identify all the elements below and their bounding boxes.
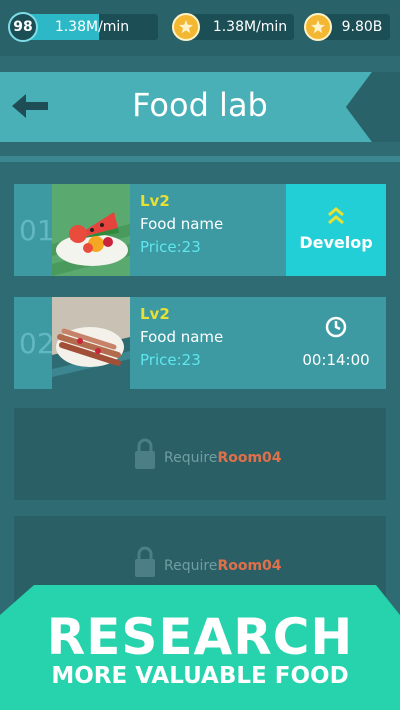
meat-skewers-plate-image: [52, 297, 130, 389]
recipe-price: Price:23: [140, 238, 201, 256]
income-rate-box: 1.38M/min: [190, 14, 294, 40]
clock-icon: [325, 316, 347, 338]
recipe-card: 01 Lv2 Food name Price:23 Develop: [14, 184, 386, 276]
develop-button[interactable]: Develop: [286, 184, 386, 276]
lock-icon: [135, 438, 155, 469]
page-title: Food lab: [132, 86, 268, 124]
locked-slot: RequireRoom04: [14, 408, 386, 500]
income-rate-label: 1.38M/min: [54, 19, 130, 35]
recipe-name: Food name: [140, 328, 224, 346]
lock-icon: [135, 546, 155, 577]
recipe-price: Price:23: [140, 351, 201, 369]
develop-label: Develop: [299, 233, 373, 252]
coin-icon: [172, 13, 200, 41]
recipe-name: Food name: [140, 215, 224, 233]
promo-subline: MORE VALUABLE FOOD: [51, 663, 349, 689]
require-text: Require: [164, 450, 218, 466]
double-chevron-up-icon: [328, 207, 344, 225]
recipe-card: 02 Lv2 Food name Price:23 00:14:00: [14, 297, 386, 389]
timer-value: 00:14:00: [302, 351, 370, 369]
require-room-label: RequireRoom04: [164, 558, 282, 574]
required-room: Room04: [217, 450, 282, 466]
recipe-number: 01: [19, 214, 55, 247]
required-room: Room04: [217, 558, 282, 574]
coin-balance: 9.80B: [341, 19, 383, 35]
coin-balance-box: 9.80B: [322, 14, 390, 40]
recipe-level: Lv2: [140, 305, 170, 323]
recipe-info: Lv2 Food name Price:23: [140, 305, 223, 369]
promo-headline: RESEARCH: [46, 608, 354, 666]
recipe-level: Lv2: [140, 192, 170, 210]
watermelon-fruit-plate-image: [52, 184, 130, 276]
research-timer: 00:14:00: [286, 297, 386, 389]
level-badge: 98: [8, 12, 38, 42]
divider: [0, 156, 400, 162]
recipe-info: Lv2 Food name Price:23: [140, 192, 223, 256]
level-progress-track: 1.38M/min: [26, 14, 158, 40]
coin-icon: [304, 13, 332, 41]
require-room-label: RequireRoom04: [164, 450, 282, 466]
income-rate-label-2: 1.38M/min: [212, 19, 288, 35]
recipe-number: 02: [19, 327, 55, 360]
require-text: Require: [164, 558, 218, 574]
level-progress: 1.38M/min 98: [8, 12, 158, 42]
